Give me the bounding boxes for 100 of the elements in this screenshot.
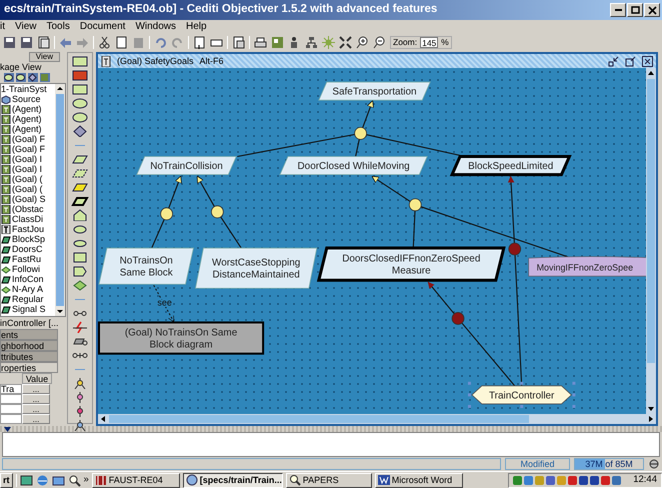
tree-item[interactable]: DoorsC: [1, 244, 55, 254]
zoom-field[interactable]: 145: [420, 36, 438, 48]
house-icon[interactable]: [71, 209, 89, 221]
tree-item[interactable]: (Goal) S: [1, 194, 55, 204]
tree-item[interactable]: ClassDi: [1, 214, 55, 224]
more-button[interactable]: »: [84, 474, 89, 486]
panel-tab[interactable]: View: [28, 52, 60, 62]
tree-item[interactable]: (Goal) I: [1, 164, 55, 174]
ellipse-icon[interactable]: [71, 97, 89, 109]
tree-item[interactable]: (Goal) (: [1, 174, 55, 184]
tray-icon[interactable]: [568, 474, 578, 486]
view-mode-icon[interactable]: [4, 73, 14, 82]
quick-launch-icon[interactable]: [52, 474, 64, 486]
zoom-out-icon[interactable]: [373, 36, 386, 48]
panel-tab[interactable]: roperties: [0, 362, 58, 373]
tray-icon[interactable]: [524, 474, 534, 486]
start-button[interactable]: rt: [0, 472, 12, 488]
taskbar-button[interactable]: PAPERS: [286, 472, 372, 488]
diamond-icon[interactable]: [71, 279, 89, 291]
tray-icon[interactable]: [590, 474, 600, 486]
back-arrow-icon[interactable]: [59, 36, 72, 48]
rectangle-icon[interactable]: [71, 83, 89, 95]
tree-item[interactable]: FastRu: [1, 254, 55, 264]
quick-launch-icon[interactable]: [20, 474, 32, 486]
taskbar-button[interactable]: FAUST-RE04: [92, 472, 180, 488]
ellipse-icon[interactable]: [71, 223, 89, 235]
tray-icon[interactable]: [546, 474, 556, 486]
view-mode-icon[interactable]: [16, 73, 26, 82]
parallelogram-icon[interactable]: [71, 195, 89, 207]
import-icon[interactable]: [193, 36, 206, 48]
taskbar-button[interactable]: Microsoft Word: [374, 472, 463, 488]
tree-item[interactable]: Regular: [1, 294, 55, 304]
tree-item[interactable]: (Agent): [1, 124, 55, 134]
minimize-icon[interactable]: [608, 56, 619, 66]
tree-item[interactable]: (Goal) F: [1, 134, 55, 144]
quick-launch-icon[interactable]: [68, 474, 80, 486]
tree-item[interactable]: N-Ary A: [1, 284, 55, 294]
undo-icon[interactable]: [154, 36, 167, 48]
tree-item[interactable]: Source: [1, 94, 55, 104]
tree-item[interactable]: (Goal) F: [1, 144, 55, 154]
ellipsis-button[interactable]: ...: [22, 394, 50, 404]
scrollbar-thumb[interactable]: [56, 94, 64, 306]
rectangle-icon[interactable]: [71, 69, 89, 81]
menu-item[interactable]: Tools: [46, 21, 70, 33]
tray-icon[interactable]: [513, 474, 522, 486]
copy-icon[interactable]: [115, 36, 128, 48]
tree-item[interactable]: FastJou: [1, 224, 55, 234]
lightning-icon[interactable]: [71, 321, 89, 333]
ellipse-icon[interactable]: [71, 237, 89, 249]
ellipse-icon[interactable]: [71, 111, 89, 123]
panel-tab[interactable]: ghborhood: [0, 340, 58, 351]
copy-icon[interactable]: [37, 36, 50, 48]
tray-icon[interactable]: [612, 474, 622, 486]
diagram-icon[interactable]: [271, 36, 284, 48]
diamond-icon[interactable]: [71, 125, 89, 137]
select-icon[interactable]: [71, 55, 89, 67]
save-icon[interactable]: [20, 36, 33, 48]
close-icon[interactable]: [642, 56, 653, 66]
tree-item[interactable]: (Agent): [1, 114, 55, 124]
parallelogram-icon[interactable]: [71, 167, 89, 179]
tree-item[interactable]: InfoCon: [1, 274, 55, 284]
tree-item[interactable]: Signal S: [1, 304, 55, 314]
print-icon[interactable]: [254, 36, 267, 48]
menu-item[interactable]: Help: [186, 21, 207, 33]
tray-icon[interactable]: [579, 474, 588, 486]
panel-tab[interactable]: ttributes: [0, 351, 58, 362]
tree-item[interactable]: (Obstac: [1, 204, 55, 214]
tree-item[interactable]: BlockSp: [1, 234, 55, 244]
ellipsis-button[interactable]: ...: [22, 404, 50, 414]
zoom-in-icon[interactable]: [356, 36, 369, 48]
rectangle-icon[interactable]: [71, 251, 89, 263]
tree-item[interactable]: (Goal) (: [1, 184, 55, 194]
taskbar-button[interactable]: [specs/train/Train...: [182, 472, 283, 488]
menu-item[interactable]: View: [15, 21, 36, 33]
restore-button[interactable]: [627, 3, 643, 17]
close-button[interactable]: [644, 3, 660, 17]
cut-icon[interactable]: [98, 36, 111, 48]
collapse-icon[interactable]: [339, 36, 352, 48]
pentagon-icon[interactable]: [71, 265, 89, 277]
tree-item[interactable]: (Agent): [1, 104, 55, 114]
hierarchy-icon[interactable]: [305, 36, 318, 48]
zoom-control[interactable]: Zoom: 145 %: [390, 36, 452, 48]
scrollbar-thumb[interactable]: [109, 415, 529, 423]
ellipsis-button[interactable]: ...: [22, 414, 50, 424]
minimize-button[interactable]: [610, 3, 626, 17]
panel-tab[interactable]: ents: [0, 329, 58, 340]
tree-item[interactable]: (Goal) I: [1, 154, 55, 164]
maximize-icon[interactable]: [625, 56, 636, 66]
save-icon[interactable]: [3, 36, 16, 48]
view-mode-icon[interactable]: [28, 73, 38, 82]
parallelogram-icon[interactable]: [71, 181, 89, 193]
menu-item[interactable]: Document: [80, 21, 126, 33]
parallelogram-icon[interactable]: [71, 153, 89, 165]
tree-item[interactable]: 1-TrainSyst: [1, 84, 55, 94]
tray-icon[interactable]: [601, 474, 610, 486]
tree-item[interactable]: Followi: [1, 264, 55, 274]
copy-icon[interactable]: [232, 36, 245, 48]
scrollbar-thumb[interactable]: [647, 79, 655, 363]
ellipsis-button[interactable]: ...: [22, 384, 50, 394]
menu-item[interactable]: it: [0, 21, 5, 33]
